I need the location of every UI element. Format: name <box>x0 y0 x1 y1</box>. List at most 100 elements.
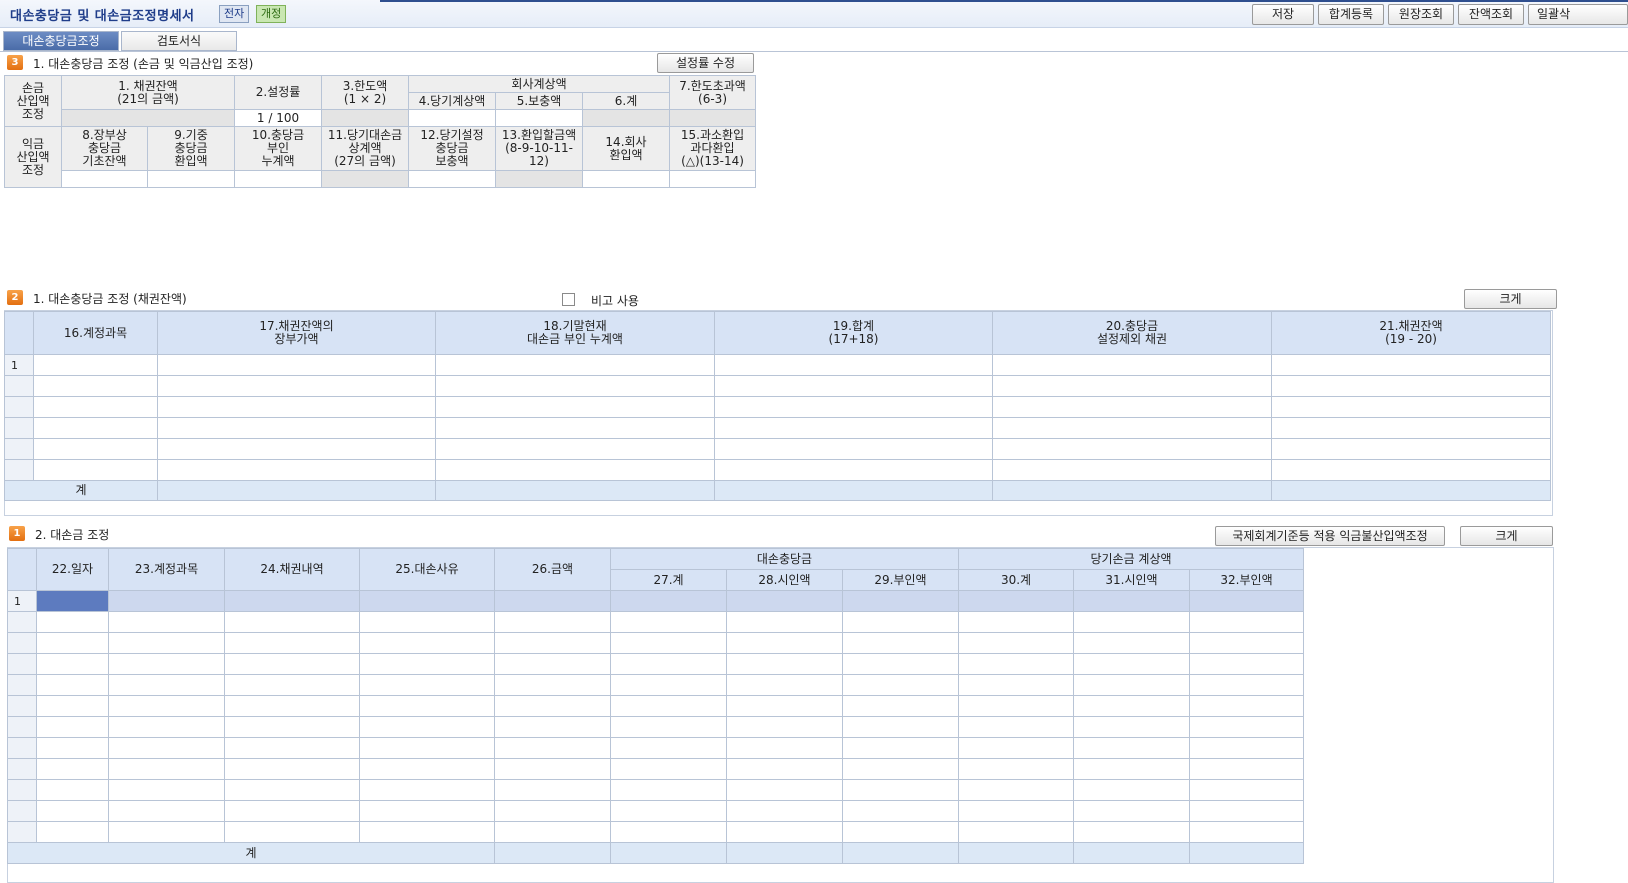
cell[interactable] <box>1073 590 1190 612</box>
save-button[interactable]: 저장 <box>1252 4 1314 25</box>
cell[interactable] <box>36 674 109 696</box>
cell[interactable] <box>494 758 611 780</box>
cell[interactable] <box>108 632 225 654</box>
current-supplement-cell[interactable] <box>408 170 497 188</box>
cell[interactable] <box>726 800 843 822</box>
cell[interactable] <box>1188 611 1305 633</box>
cell[interactable] <box>1188 674 1305 696</box>
cell[interactable] <box>992 396 1272 418</box>
cell[interactable] <box>842 758 959 780</box>
cell[interactable] <box>494 821 611 843</box>
cell[interactable] <box>36 695 109 717</box>
cell[interactable] <box>842 653 959 675</box>
cell[interactable] <box>1073 800 1190 822</box>
cell[interactable] <box>842 779 959 801</box>
cell[interactable] <box>224 632 360 654</box>
cell[interactable] <box>224 737 360 759</box>
cell[interactable] <box>108 758 225 780</box>
cell[interactable] <box>108 695 225 717</box>
cell[interactable] <box>494 632 611 654</box>
cell[interactable] <box>610 674 727 696</box>
cell[interactable] <box>1073 674 1190 696</box>
cell[interactable] <box>842 674 959 696</box>
cell[interactable] <box>726 695 843 717</box>
cell[interactable] <box>726 674 843 696</box>
cell[interactable] <box>610 611 727 633</box>
cell[interactable] <box>224 716 360 738</box>
cell[interactable] <box>36 611 109 633</box>
denied-cumulative-cell[interactable] <box>234 170 323 188</box>
cell[interactable] <box>224 758 360 780</box>
cell[interactable] <box>726 779 843 801</box>
cell[interactable] <box>610 632 727 654</box>
cell[interactable] <box>610 758 727 780</box>
cell[interactable] <box>359 800 495 822</box>
cell[interactable] <box>1188 590 1305 612</box>
table-row[interactable] <box>4 438 1551 460</box>
cell[interactable] <box>992 438 1272 460</box>
edit-rate-button[interactable]: 설정률 수정 <box>657 53 754 73</box>
cell[interactable] <box>1188 695 1305 717</box>
cell[interactable] <box>359 590 495 612</box>
cell[interactable] <box>108 800 225 822</box>
cell[interactable] <box>359 674 495 696</box>
cell[interactable] <box>610 737 727 759</box>
cell[interactable] <box>610 779 727 801</box>
cell[interactable] <box>435 375 715 397</box>
cell[interactable] <box>359 611 495 633</box>
cell[interactable] <box>36 779 109 801</box>
cell[interactable] <box>359 779 495 801</box>
cell[interactable] <box>958 821 1074 843</box>
cell[interactable] <box>224 590 360 612</box>
cell[interactable] <box>108 653 225 675</box>
cell[interactable] <box>494 653 611 675</box>
cell[interactable] <box>992 354 1272 376</box>
cell[interactable] <box>714 354 993 376</box>
cell[interactable] <box>494 611 611 633</box>
opening-allowance-cell[interactable] <box>61 170 148 188</box>
cell[interactable] <box>1271 375 1551 397</box>
cell[interactable] <box>958 695 1074 717</box>
cell[interactable] <box>726 737 843 759</box>
cell[interactable] <box>958 674 1074 696</box>
cell[interactable] <box>359 695 495 717</box>
cell[interactable] <box>36 758 109 780</box>
cell[interactable] <box>157 417 436 439</box>
cell[interactable] <box>992 459 1272 481</box>
enlarge-button[interactable]: 크게 <box>1460 526 1553 546</box>
cell[interactable] <box>958 632 1074 654</box>
cell[interactable] <box>1073 632 1190 654</box>
cell[interactable] <box>610 590 727 612</box>
table-row[interactable] <box>7 779 1305 801</box>
cell[interactable] <box>842 800 959 822</box>
company-reversal-cell[interactable] <box>582 170 671 188</box>
enlarge-button[interactable]: 크게 <box>1464 289 1557 309</box>
cell[interactable] <box>494 590 611 612</box>
cell[interactable] <box>714 438 993 460</box>
cell[interactable] <box>1188 779 1305 801</box>
cell[interactable] <box>494 674 611 696</box>
table-row[interactable]: 1 <box>7 590 1305 612</box>
cell[interactable] <box>1188 653 1305 675</box>
cell[interactable] <box>108 611 225 633</box>
cell[interactable] <box>1073 737 1190 759</box>
cell[interactable] <box>610 653 727 675</box>
cell[interactable] <box>992 417 1272 439</box>
cell[interactable] <box>1073 821 1190 843</box>
cell[interactable] <box>1188 716 1305 738</box>
current-amount-cell[interactable] <box>408 109 497 127</box>
bulk-delete-button[interactable]: 일괄삭 <box>1528 4 1628 25</box>
cell[interactable] <box>610 695 727 717</box>
cell[interactable] <box>224 674 360 696</box>
cell[interactable] <box>1271 354 1551 376</box>
cell[interactable] <box>958 737 1074 759</box>
cell[interactable] <box>36 632 109 654</box>
cell[interactable] <box>1188 737 1305 759</box>
cell[interactable] <box>33 417 158 439</box>
cell[interactable] <box>842 821 959 843</box>
cell[interactable] <box>224 695 360 717</box>
cell[interactable] <box>435 396 715 418</box>
cell[interactable] <box>494 695 611 717</box>
table-row[interactable] <box>7 758 1305 780</box>
cell[interactable] <box>36 653 109 675</box>
